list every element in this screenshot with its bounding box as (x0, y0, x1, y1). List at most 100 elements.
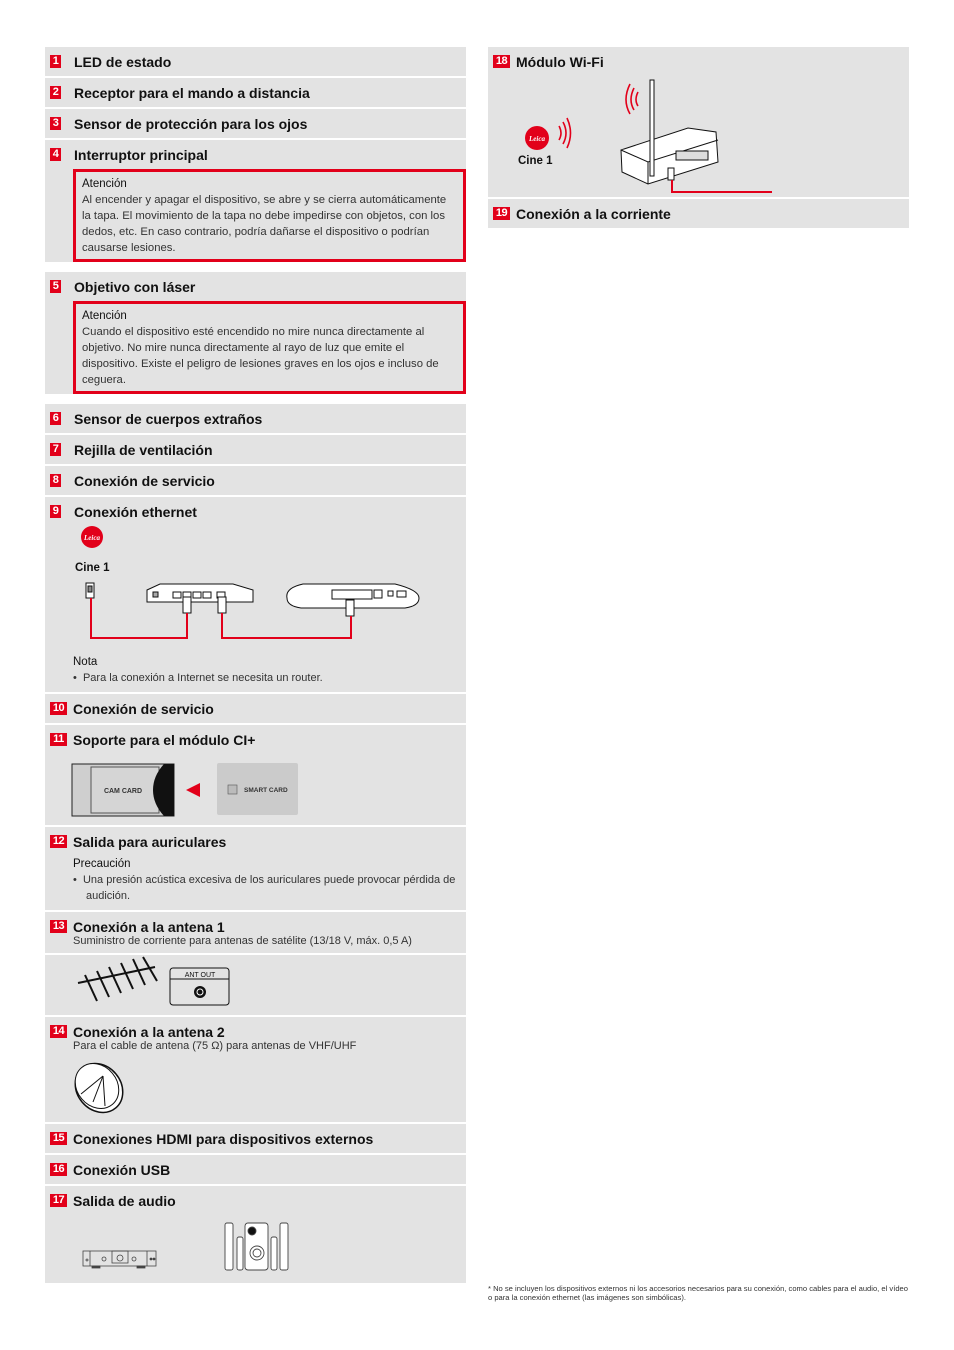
note-text: Una presión acústica excesiva de los aur… (82, 874, 456, 902)
warning-heading: Atención (82, 310, 127, 322)
item-19: 19 Conexión a la corriente (488, 199, 909, 228)
ci-module-diagram: CAM CARD SMART CARD (45, 754, 466, 825)
item-number-badge: 14 (50, 1025, 67, 1038)
item-number-badge: 5 (50, 280, 61, 293)
wifi-illustration: Leica Cine 1 (518, 79, 772, 193)
item-title: Conexión USB (73, 1161, 171, 1178)
left-column: 1 LED de estado 2 Receptor para el mando a… (45, 47, 466, 1285)
ethernet-illustration: Leica Cine 1 (75, 526, 420, 639)
warning-text: Cuando el dispositivo esté encendido no … (82, 326, 439, 386)
warning-heading: Atención (82, 178, 127, 190)
warning-text: Al encender y apagar el dispositivo, se … (82, 194, 447, 254)
item-subtitle: Para el cable de antena (75 Ω) para ante… (73, 1040, 357, 1052)
item-number-badge: 10 (50, 702, 67, 715)
satellite-dish-icon (74, 1062, 124, 1114)
item-number-badge: 4 (50, 148, 61, 161)
item-subtitle: Suministro de corriente para antenas de … (73, 935, 412, 947)
item-1: 1 LED de estado (45, 47, 466, 76)
item-number-badge: 7 (50, 443, 61, 456)
switch-device-icon (146, 583, 254, 603)
ethernet-diagram: Leica Cine 1 (45, 526, 466, 654)
item-5: 5 Objetivo con láser Atención Cuando el d… (45, 272, 466, 394)
leica-logo-icon: Leica (81, 526, 103, 548)
ethernet-cable (671, 180, 772, 193)
audio-diagram (45, 1215, 466, 1283)
item-title: Objetivo con láser (74, 278, 196, 295)
item-18: 18 Módulo Wi-Fi Leica Cine 1 (488, 47, 909, 197)
item-7: 7 Rejilla de ventilación (45, 435, 466, 464)
note-heading: Precaución (73, 858, 131, 870)
item-title: Salida para auriculares (73, 833, 227, 850)
device-label: Cine 1 (518, 155, 553, 167)
item-number-badge: 2 (50, 86, 61, 99)
svg-text:Leica: Leica (528, 135, 545, 143)
ethernet-plug-icon (85, 582, 95, 599)
item-9: 9 Conexión ethernet Leica Cine 1 Nota • … (45, 497, 466, 692)
item-title: Salida de audio (73, 1192, 176, 1209)
warning-box: Atención Al encender y apagar el disposi… (73, 169, 466, 262)
item-title: Conexión a la corriente (516, 205, 671, 222)
item-title: Rejilla de ventilación (74, 441, 213, 458)
item-11: 11 Soporte para el módulo CI+ CAM CARD SM… (45, 725, 466, 825)
item-number-badge: 11 (50, 733, 67, 746)
footnote: * No se incluyen los dispositivos extern… (488, 1284, 908, 1302)
ci-module-illustration: CAM CARD SMART CARD (71, 763, 298, 817)
insert-arrow-icon (186, 783, 200, 797)
item-6: 6 Sensor de cuerpos extraños (45, 404, 466, 433)
smart-card-label: SMART CARD (244, 787, 288, 794)
ant-out-port-icon: ANT OUT (169, 967, 230, 1006)
antenna-illustration: ANT OUT (77, 956, 230, 1006)
antenna-diagram: ANT OUT (45, 955, 466, 1015)
device-label: Cine 1 (75, 562, 110, 574)
satellite-diagram (45, 1058, 466, 1122)
item-title: LED de estado (74, 53, 172, 70)
item-4: 4 Interruptor principal Atención Al encen… (45, 140, 466, 262)
svg-text:Leica: Leica (83, 534, 100, 542)
item-title: Sensor de cuerpos extraños (74, 410, 263, 427)
right-column: 18 Módulo Wi-Fi Leica Cine 1 19 Conexión… (488, 47, 909, 230)
item-title: Conexión a la antena 2 (73, 1023, 225, 1040)
item-17: 17 Salida de audio (45, 1186, 466, 1283)
item-number-badge: 16 (50, 1163, 67, 1176)
item-title: Soporte para el módulo CI+ (73, 731, 256, 748)
item-3: 3 Sensor de protección para los ojos (45, 109, 466, 138)
note-heading: Nota (73, 656, 98, 668)
item-number-badge: 1 (50, 55, 61, 68)
item-8: 8 Conexión de servicio (45, 466, 466, 495)
item-title: Conexión de servicio (73, 700, 214, 717)
note-bullet: • Para la conexión a Internet se necesit… (73, 672, 323, 684)
item-16: 16 Conexión USB (45, 1155, 466, 1184)
item-title: Conexión ethernet (74, 503, 197, 520)
item-number-badge: 13 (50, 920, 67, 933)
cam-card-label: CAM CARD (104, 788, 142, 795)
item-number-badge: 18 (493, 55, 510, 68)
wifi-signal-icon (625, 83, 639, 115)
item-13: 13 Conexión a la antena 1 Suministro de c… (45, 912, 466, 953)
item-number-badge: 17 (50, 1194, 67, 1207)
wifi-signal-icon (558, 117, 572, 149)
audio-illustration (82, 1222, 289, 1271)
yagi-antenna-icon (77, 956, 158, 1002)
smart-card-icon: SMART CARD (217, 763, 298, 815)
item-title: Interruptor principal (74, 146, 208, 163)
speaker-system-icon (224, 1222, 289, 1271)
item-number-badge: 3 (50, 117, 61, 130)
item-title: Receptor para el mando a distancia (74, 84, 310, 101)
warning-box: Atención Cuando el dispositivo esté ence… (73, 301, 466, 394)
note-bullet: • Una presión acústica excesiva de los a… (73, 874, 456, 902)
item-number-badge: 6 (50, 412, 61, 425)
cam-card-icon: CAM CARD (71, 763, 175, 817)
amplifier-icon (82, 1250, 157, 1269)
item-title: Conexión de servicio (74, 472, 215, 489)
note-block: Precaución • Una presión acústica excesi… (45, 856, 466, 910)
item-number-badge: 19 (493, 207, 510, 220)
item-13-illustration: ANT OUT (45, 955, 466, 1015)
item-title: Sensor de protección para los ojos (74, 115, 308, 132)
item-title: Conexiones HDMI para dispositivos extern… (73, 1130, 374, 1147)
item-10: 10 Conexión de servicio (45, 694, 466, 723)
item-title: Módulo Wi-Fi (516, 53, 604, 70)
note-block: Nota • Para la conexión a Internet se ne… (45, 654, 466, 692)
item-number-badge: 9 (50, 505, 61, 518)
leica-logo-icon: Leica (525, 126, 549, 150)
wifi-diagram: Leica Cine 1 (488, 76, 909, 197)
